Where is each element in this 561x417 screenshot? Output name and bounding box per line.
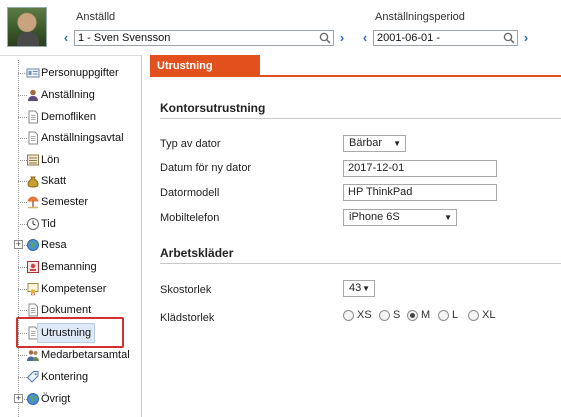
sidebar-item-kompetenser[interactable]: Kompetenser [10, 280, 138, 298]
document-icon [26, 131, 40, 145]
employee-value: 1 - Sven Svensson [78, 32, 171, 44]
radio-button-icon[interactable] [438, 310, 449, 321]
people-icon [26, 348, 40, 362]
radio-label: M [421, 309, 431, 321]
chevron-down-icon: ▼ [393, 139, 401, 148]
employee-label: Anställd [76, 11, 116, 23]
expand-icon[interactable]: + [14, 394, 23, 403]
document-icon [26, 303, 40, 317]
radio-label: L [452, 309, 459, 321]
next-period-button[interactable]: › [521, 31, 531, 45]
radio-button-icon[interactable] [343, 310, 354, 321]
employee-avatar [7, 7, 47, 47]
sidebar-item-label: Övrigt [41, 393, 71, 405]
radio-button-icon[interactable] [468, 310, 479, 321]
sidebar-item-label: Bemanning [41, 261, 97, 273]
mobile-phone-select[interactable]: iPhone 6S ▼ [343, 209, 457, 226]
radio-label: XS [357, 309, 372, 321]
sidebar-item-label: Personuppgifter [41, 67, 119, 79]
office-equipment-title: Kontorsutrustning [160, 101, 266, 115]
sidebar-item-label: Anställningsavtal [41, 132, 124, 144]
radio-label: S [393, 309, 401, 321]
sidebar-item-resa[interactable]: + Resa [10, 236, 138, 254]
new-computer-date-input[interactable]: 2017-12-01 [343, 160, 497, 177]
sidebar-item-anstallningsavtal[interactable]: Anställningsavtal [10, 129, 138, 147]
shoe-size-label: Skostorlek [160, 284, 212, 296]
sidebar-item-dokument[interactable]: Dokument [10, 301, 138, 319]
sidebar-item-label: Demofliken [41, 111, 97, 123]
globe-icon [26, 238, 40, 252]
employment-period-label: Anställningsperiod [375, 11, 465, 23]
radio-button-icon[interactable] [379, 310, 390, 321]
sidebar-item-label: Medarbetarsamtal [41, 349, 130, 361]
sidebar-item-tid[interactable]: Tid [10, 215, 138, 233]
sidebar-item-medarbetarsamtal[interactable]: Medarbetarsamtal [10, 346, 138, 364]
certificate-icon [26, 282, 40, 296]
sidebar-item-label: Tid [41, 218, 56, 230]
sidebar-item-label: Utrustning [36, 323, 96, 343]
section-divider [160, 118, 561, 119]
computer-model-input[interactable]: HP ThinkPad [343, 184, 497, 201]
sidebar-item-label: Kontering [41, 371, 89, 383]
id-card-icon [26, 66, 40, 80]
computer-model-label: Datormodell [160, 187, 220, 199]
shoe-size-select[interactable]: 43 ▼ [343, 280, 375, 297]
employee-lookup-field[interactable]: 1 - Sven Svensson [74, 30, 334, 46]
sidebar-item-anstallning[interactable]: Anställning [10, 86, 138, 104]
sidebar-item-skatt[interactable]: Skatt [10, 172, 138, 190]
tab-utrustning[interactable]: Utrustning [150, 55, 260, 77]
sidebar-item-utrustning[interactable]: Utrustning [10, 323, 138, 343]
sidebar-item-kontering[interactable]: Kontering [10, 368, 138, 386]
sidebar-item-label: Semester [41, 196, 89, 208]
sidebar-item-label: Kompetenser [41, 283, 107, 295]
document-icon [26, 110, 40, 124]
chevron-down-icon: ▼ [362, 284, 370, 293]
sidebar-item-label: Skatt [41, 175, 67, 187]
sidebar-item-semester[interactable]: Semester [10, 193, 138, 211]
person-icon [26, 88, 40, 102]
staffing-icon [26, 260, 40, 274]
sidebar-item-bemanning[interactable]: Bemanning [10, 258, 138, 276]
clock-icon [26, 217, 40, 231]
sidebar-item-lon[interactable]: Lön [10, 151, 138, 169]
employment-period-value: 2001-06-01 - [377, 32, 440, 44]
mobile-phone-value: iPhone 6S [349, 211, 400, 223]
search-icon[interactable] [503, 32, 515, 44]
clothing-size-label: Klädstorlek [160, 312, 215, 324]
employment-period-field[interactable]: 2001-06-01 - [373, 30, 518, 46]
section-divider [160, 263, 561, 264]
globe-icon [26, 392, 40, 406]
expand-icon[interactable]: + [14, 240, 23, 249]
sidebar-item-demofliken[interactable]: Demofliken [10, 108, 138, 126]
tab-bar: Utrustning [150, 55, 561, 77]
sidebar-item-ovrigt[interactable]: + Övrigt [10, 390, 138, 408]
work-clothes-title: Arbetskläder [160, 246, 234, 260]
chevron-down-icon: ▼ [444, 213, 452, 222]
previous-period-button[interactable]: ‹ [360, 31, 370, 45]
previous-employee-button[interactable]: ‹ [61, 31, 71, 45]
radio-label: XL [482, 309, 496, 321]
next-employee-button[interactable]: › [337, 31, 347, 45]
computer-type-value: Bärbar [349, 137, 383, 149]
computer-type-select[interactable]: Bärbar ▼ [343, 135, 406, 152]
sidebar-item-label: Anställning [41, 89, 95, 101]
ledger-icon [26, 153, 40, 167]
computer-type-label: Typ av dator [160, 138, 221, 150]
radio-button-icon[interactable] [407, 310, 418, 321]
beach-umbrella-icon [26, 195, 40, 209]
money-bag-icon [26, 174, 40, 188]
sidebar-item-label: Dokument [41, 304, 92, 316]
mobile-phone-label: Mobiltelefon [160, 212, 220, 224]
sidebar-item-label: Lön [41, 154, 60, 166]
sidebar-item-personuppgifter[interactable]: Personuppgifter [10, 64, 138, 82]
search-icon[interactable] [319, 32, 331, 44]
sidebar-item-label: Resa [41, 239, 67, 251]
shoe-size-value: 43 [349, 282, 362, 294]
new-computer-date-label: Datum för ny dator [160, 162, 252, 174]
tag-icon [26, 370, 40, 384]
